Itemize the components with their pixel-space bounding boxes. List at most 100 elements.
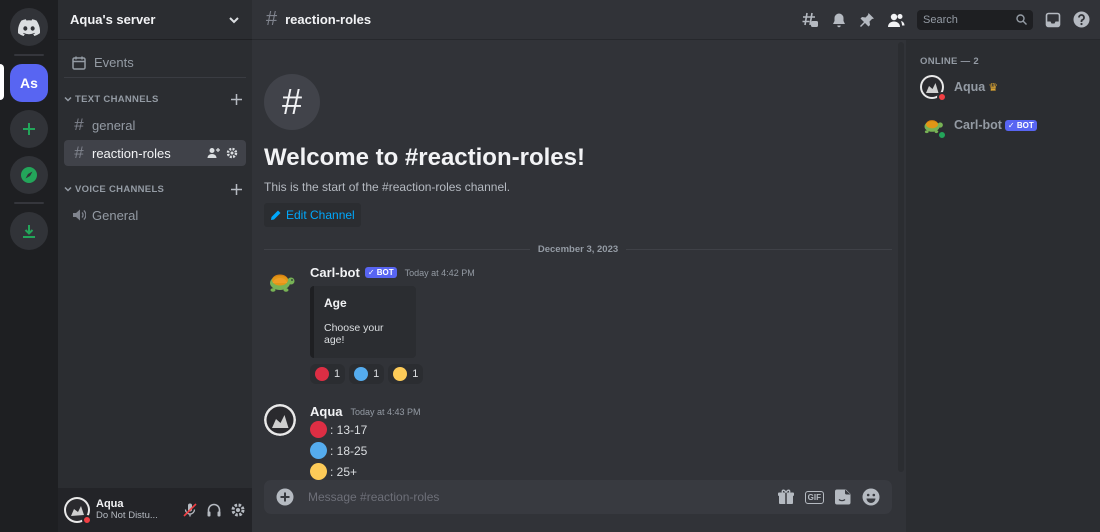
date-divider: December 3, 2023 xyxy=(264,244,892,255)
channel-hash-icon: # xyxy=(264,74,320,130)
create-channel-icon[interactable] xyxy=(231,93,242,105)
channel-general[interactable]: # general xyxy=(64,112,246,138)
gif-button[interactable]: GIF xyxy=(804,490,824,504)
message-timestamp: Today at 4:43 PM xyxy=(350,406,421,417)
role-option: : 13-17 xyxy=(310,421,421,438)
inbox-icon[interactable] xyxy=(1045,12,1061,28)
message-composer[interactable]: Message #reaction-roles GIF xyxy=(264,480,892,514)
embed-title: Age xyxy=(324,296,347,310)
reaction-bar: 1 1 1 xyxy=(310,364,475,384)
reaction-yellow[interactable]: 1 xyxy=(388,364,424,384)
threads-icon[interactable] xyxy=(801,11,819,29)
bot-badge: ✓ BOT xyxy=(364,267,397,278)
channel-reaction-roles[interactable]: # reaction-roles xyxy=(64,140,246,166)
create-channel-icon[interactable] xyxy=(231,183,242,195)
message-author[interactable]: Aqua xyxy=(310,404,343,419)
role-option: : 25+ xyxy=(310,463,421,480)
category-label: TEXT CHANNELS xyxy=(75,93,159,105)
gear-icon[interactable] xyxy=(230,502,246,518)
download-apps-button[interactable] xyxy=(10,212,48,250)
member-item-carl-bot[interactable]: Carl-bot ✓ BOT xyxy=(920,113,1092,140)
message: Carl-bot ✓ BOT Today at 4:42 PM Age Choo… xyxy=(264,265,892,384)
speaker-icon xyxy=(73,209,86,221)
chevron-down-icon xyxy=(64,96,72,102)
emoji-icon[interactable] xyxy=(862,488,880,506)
help-icon[interactable] xyxy=(1073,11,1090,28)
chat-area: # Welcome to #reaction-roles! This is th… xyxy=(252,40,906,532)
sticker-icon[interactable] xyxy=(834,488,852,506)
channel-label: General xyxy=(92,207,139,223)
active-server-pill xyxy=(0,64,4,100)
avatar xyxy=(920,75,947,102)
welcome-subtitle: This is the start of the #reaction-roles… xyxy=(264,180,511,194)
compass-icon xyxy=(21,167,37,183)
voice-channel-general[interactable]: General xyxy=(64,202,246,228)
calendar-icon xyxy=(72,56,86,70)
invite-icon[interactable] xyxy=(207,147,220,159)
blue-circle-emoji-icon xyxy=(310,442,327,459)
scrollbar[interactable] xyxy=(898,42,904,472)
server-name: Aqua's server xyxy=(70,12,156,27)
pencil-icon xyxy=(271,210,281,220)
role-text: : 18-25 xyxy=(330,443,368,458)
gear-icon[interactable] xyxy=(226,147,238,159)
avatar xyxy=(920,113,947,140)
search-placeholder: Search xyxy=(923,13,958,26)
reaction-red[interactable]: 1 xyxy=(310,364,346,384)
reaction-blue[interactable]: 1 xyxy=(349,364,385,384)
online-status-icon xyxy=(937,130,947,140)
message-embed: Age Choose your age! xyxy=(310,286,416,358)
member-item-aqua[interactable]: Aqua ♛ xyxy=(920,75,1092,102)
member-group-header: ONLINE — 2 xyxy=(920,56,979,67)
avatar[interactable] xyxy=(64,497,92,525)
message-list: # Welcome to #reaction-roles! This is th… xyxy=(252,40,906,480)
server-icon-aqua[interactable]: As xyxy=(10,64,48,102)
download-icon xyxy=(23,225,35,238)
reaction-count: 1 xyxy=(373,368,380,380)
pin-icon[interactable] xyxy=(859,12,875,28)
role-text: : 13-17 xyxy=(330,422,368,437)
user-name: Aqua xyxy=(96,498,124,511)
chevron-down-icon xyxy=(64,186,72,192)
avatar[interactable] xyxy=(264,265,296,297)
member-name: Aqua xyxy=(954,80,986,94)
gift-icon[interactable] xyxy=(777,488,795,506)
add-attachment-icon[interactable] xyxy=(276,488,294,506)
search-input[interactable]: Search xyxy=(917,9,1033,30)
bell-icon[interactable] xyxy=(831,12,847,28)
mic-muted-icon[interactable] xyxy=(182,502,198,518)
explore-servers-button[interactable] xyxy=(10,156,48,194)
message-input[interactable]: Message #reaction-roles xyxy=(308,490,439,504)
events-item[interactable]: Events xyxy=(64,48,246,78)
search-icon xyxy=(1016,14,1027,25)
blue-circle-emoji-icon xyxy=(354,367,369,381)
chevron-down-icon xyxy=(229,16,239,23)
dnd-status-icon xyxy=(82,515,92,525)
headphones-icon[interactable] xyxy=(206,502,222,518)
server-rail: As xyxy=(0,0,58,532)
rail-separator xyxy=(14,54,44,56)
hash-icon: # xyxy=(266,8,278,30)
channel-label: reaction-roles xyxy=(92,145,171,161)
category-text-channels[interactable]: TEXT CHANNELS xyxy=(64,88,246,110)
role-text: : 25+ xyxy=(330,464,358,479)
discord-home-button[interactable] xyxy=(10,8,48,46)
user-status: Do Not Distu... xyxy=(96,509,158,521)
avatar[interactable] xyxy=(264,404,296,436)
add-server-button[interactable] xyxy=(10,110,48,148)
member-list-icon[interactable] xyxy=(887,12,905,28)
channel-title: reaction-roles xyxy=(285,12,372,27)
reaction-count: 1 xyxy=(412,368,419,380)
member-name: Carl-bot xyxy=(954,118,1002,132)
role-option: : 18-25 xyxy=(310,442,421,459)
yellow-circle-emoji-icon xyxy=(393,367,408,381)
channel-header: # reaction-roles Search xyxy=(252,0,1100,40)
edit-channel-button[interactable]: Edit Channel xyxy=(264,203,361,227)
message-timestamp: Today at 4:42 PM xyxy=(404,267,475,278)
hash-icon: # xyxy=(74,115,84,134)
channel-label: general xyxy=(92,117,136,133)
message-author[interactable]: Carl-bot xyxy=(310,265,360,280)
embed-description: Choose your age! xyxy=(324,322,384,346)
server-header[interactable]: Aqua's server xyxy=(58,0,252,40)
category-voice-channels[interactable]: VOICE CHANNELS xyxy=(64,178,246,200)
